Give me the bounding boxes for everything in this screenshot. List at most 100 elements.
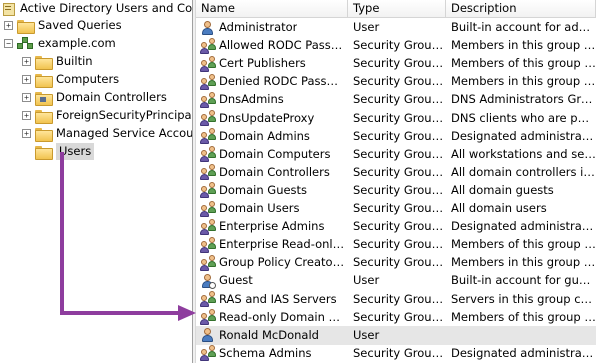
name-text: Denied RODC Password... [219, 74, 347, 89]
expand-icon[interactable]: + [22, 129, 31, 138]
group-icon [200, 236, 216, 253]
description-cell: All domain guests [451, 182, 554, 197]
description-cell: DNS clients who are permi... [451, 110, 596, 125]
tree-item-domain[interactable]: − example.com [4, 35, 116, 52]
table-row[interactable]: Administrator User Built-in account for ad… [196, 18, 596, 37]
type-cell: Security Group ... [353, 110, 445, 125]
type-cell: Security Group ... [353, 219, 445, 234]
name-cell: Ronald McDonald [200, 326, 347, 345]
name-cell: Cert Publishers [200, 54, 347, 73]
table-row[interactable]: Denied RODC Password... Security Group ..… [196, 72, 596, 91]
tree-item-label: ForeignSecurityPrincipals [56, 108, 192, 122]
tree-item-builtin[interactable]: + Builtin [22, 53, 93, 70]
expand-icon[interactable]: + [22, 111, 31, 120]
column-header-type[interactable]: Type [348, 0, 446, 18]
description-cell: DNS Administrators Group [451, 92, 596, 107]
table-row[interactable]: Domain Computers Security Group ... All wo… [196, 145, 596, 164]
name-cell: Guest [200, 271, 347, 290]
name-cell: Administrator [200, 18, 347, 37]
description-cell: Built-in account for admini... [451, 20, 596, 34]
name-text: Enterprise Admins [219, 219, 325, 234]
type-cell: Security Group ... [353, 74, 445, 89]
table-row[interactable]: Read-only Domain Cont... Security Group .… [196, 308, 596, 327]
table-row[interactable]: Enterprise Admins Security Group ... Desig… [196, 217, 596, 236]
name-cell: DnsAdmins [200, 90, 347, 109]
expand-icon[interactable]: + [22, 93, 31, 102]
name-text: Enterprise Read-only D... [219, 237, 347, 252]
tree-item-label: example.com [38, 36, 116, 50]
tree-item-computers[interactable]: + Computers [22, 71, 119, 88]
tree-item-label: Users [56, 143, 95, 160]
disabled-user-icon [200, 273, 216, 289]
table-row[interactable]: Domain Controllers Security Group ... All … [196, 163, 596, 182]
tree-root[interactable]: Active Directory Users and Comput [2, 0, 192, 17]
type-cell: Security Group ... [353, 309, 445, 324]
type-cell: Security Group ... [353, 291, 445, 306]
expand-icon[interactable]: + [22, 57, 31, 66]
name-text: Administrator [219, 20, 298, 34]
name-cell: Read-only Domain Cont... [200, 308, 347, 327]
type-cell: Security Group ... [353, 201, 445, 215]
description-cell: Designated administrators... [451, 128, 596, 143]
folder-icon [35, 109, 53, 124]
group-icon [200, 37, 216, 54]
table-row[interactable]: Ronald McDonald User [196, 325, 596, 345]
type-cell: User [353, 273, 380, 288]
collapse-icon[interactable]: − [4, 39, 13, 48]
description-cell: Members in this group can... [451, 38, 596, 53]
description-cell: Members in this group can... [451, 74, 596, 89]
table-row[interactable]: Cert Publishers Security Group ... Members… [196, 54, 596, 73]
name-cell: Domain Guests [200, 181, 347, 200]
table-row[interactable]: RAS and IAS Servers Security Group ... Ser… [196, 290, 596, 309]
name-text: Allowed RODC Passwor... [219, 38, 347, 53]
type-cell: Security Group ... [353, 38, 445, 53]
group-icon [200, 200, 216, 217]
tree-item-domain-controllers[interactable]: + Domain Controllers [22, 89, 167, 106]
tree-item-managed-service-accounts[interactable]: + Managed Service Accounts [22, 125, 192, 142]
folder-icon [35, 73, 53, 88]
description-cell: Members in this group can... [451, 255, 596, 270]
table-row[interactable]: DnsUpdateProxy Security Group ... DNS clie… [196, 109, 596, 128]
description-cell: Members of this group are... [451, 309, 596, 324]
group-icon [200, 345, 216, 362]
table-row[interactable]: Domain Admins Security Group ... Designate… [196, 127, 596, 146]
name-text: DnsUpdateProxy [219, 110, 315, 125]
table-row[interactable]: Guest User Built-in account for guest ... [196, 271, 596, 290]
group-icon [200, 110, 216, 126]
snapin-root-icon [2, 2, 16, 16]
table-row[interactable]: Domain Users Security Group ... All domain… [196, 199, 596, 218]
name-text: Group Policy Creator O... [219, 255, 347, 270]
name-cell: Domain Computers [200, 145, 347, 164]
type-cell: Security Group ... [353, 146, 445, 161]
tree-item-foreign-security-principals[interactable]: + ForeignSecurityPrincipals [22, 107, 192, 124]
details-list: Name Type Description Administrator User B… [196, 0, 596, 363]
name-cell: Denied RODC Password... [200, 72, 347, 91]
table-row[interactable]: DnsAdmins Security Group ... DNS Administr… [196, 90, 596, 109]
folder-icon [17, 19, 35, 34]
tree-root-label: Active Directory Users and Comput [20, 1, 192, 15]
column-header-name[interactable]: Name [196, 0, 348, 18]
table-row[interactable]: Group Policy Creator O... Security Group … [196, 253, 596, 272]
type-cell: Security Group ... [353, 164, 445, 179]
column-header-description[interactable]: Description [446, 0, 596, 18]
expand-icon[interactable]: + [4, 21, 13, 30]
tree-item-label: Saved Queries [38, 18, 122, 32]
description-cell: All workstations and serve... [451, 146, 596, 161]
type-cell: User [353, 20, 380, 34]
expand-icon[interactable]: + [22, 75, 31, 84]
group-icon [200, 218, 216, 235]
description-cell: All domain controllers in th... [451, 164, 596, 179]
table-row[interactable]: Allowed RODC Passwor... Security Group ..… [196, 36, 596, 55]
tree-item-saved-queries[interactable]: + Saved Queries [4, 17, 122, 34]
table-row[interactable]: Schema Admins Security Group ... Designate… [196, 344, 596, 363]
group-icon [200, 91, 216, 108]
name-cell: Enterprise Admins [200, 217, 347, 236]
name-cell: DnsUpdateProxy [200, 109, 347, 128]
table-row[interactable]: Domain Guests Security Group ... All domai… [196, 181, 596, 200]
description-cell: Designated administrators... [451, 219, 596, 234]
tree-item-users[interactable]: Users [22, 143, 95, 160]
name-text: Domain Controllers [219, 164, 330, 179]
description-cell: All domain users [451, 201, 547, 215]
table-row[interactable]: Enterprise Read-only D... Security Group … [196, 235, 596, 254]
user-icon [200, 327, 216, 343]
